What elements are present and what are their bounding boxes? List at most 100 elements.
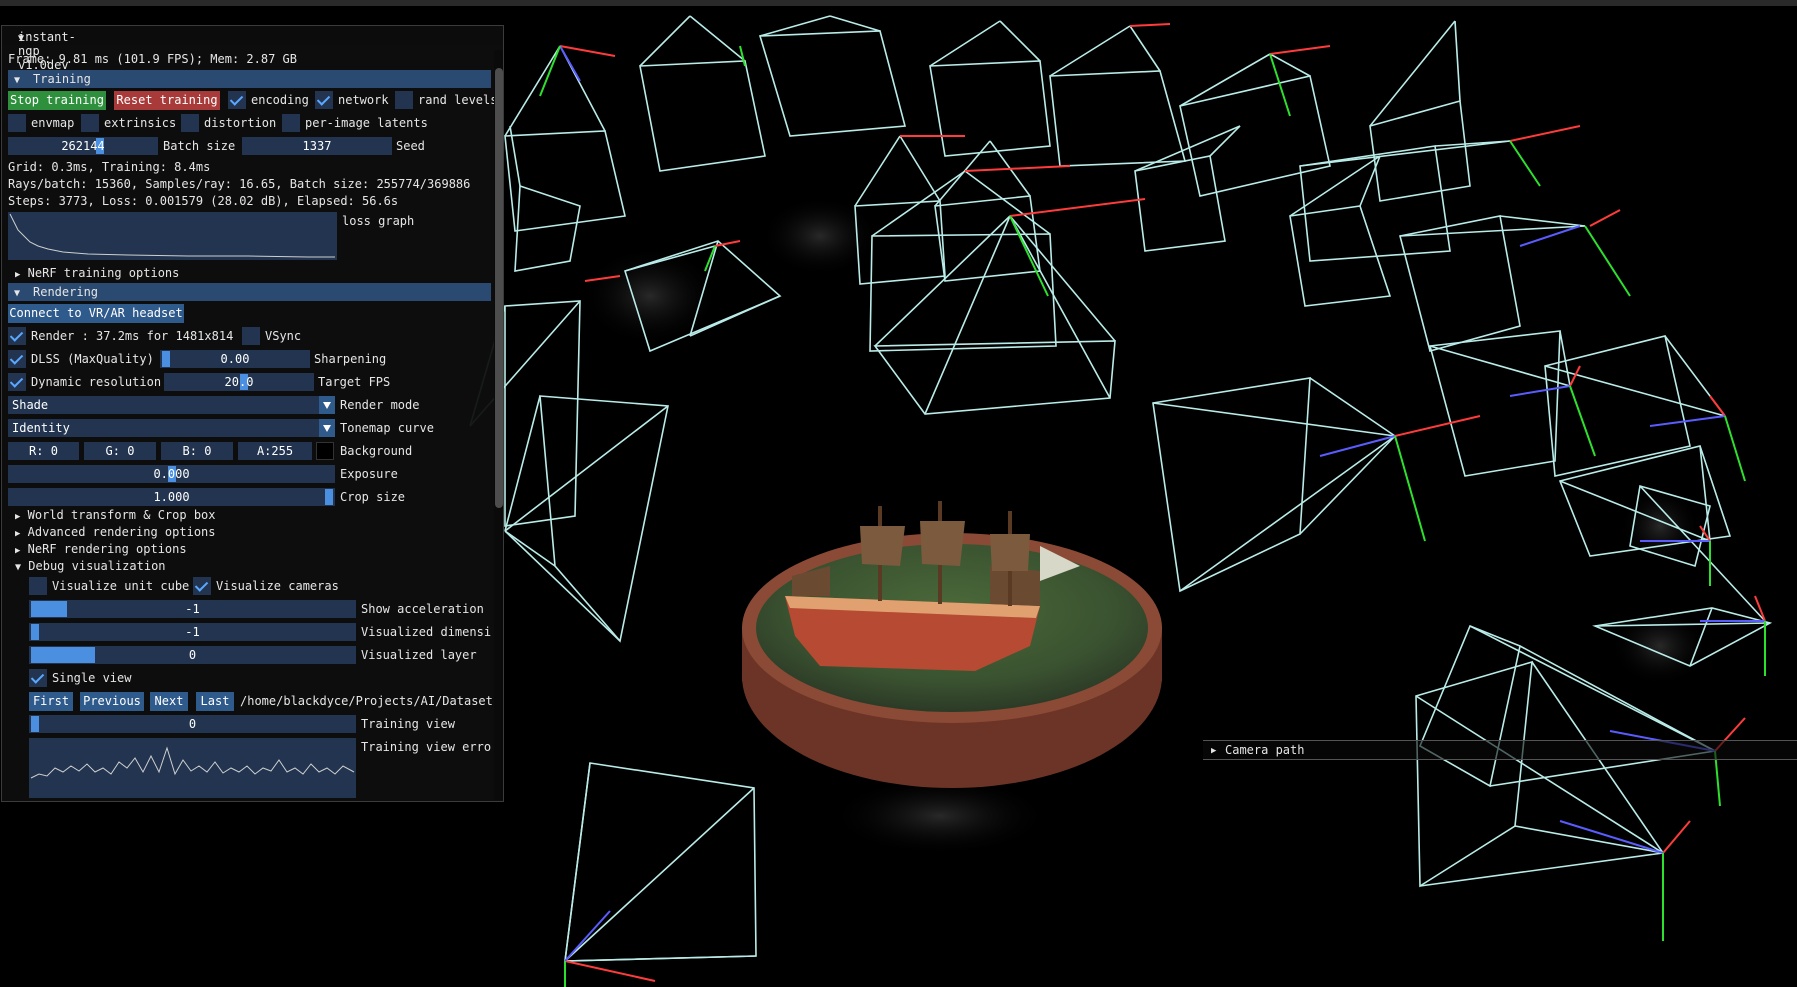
tree-debug-visualization[interactable]: Debug visualization — [15, 559, 166, 573]
frame-stats: Frame: 9.81 ms (101.9 FPS); Mem: 2.87 GB — [8, 52, 297, 66]
render-mode-label: Render mode — [340, 398, 420, 412]
visualize-unit-cube-checkbox[interactable] — [29, 577, 47, 595]
sharpening-value: 0.00 — [220, 352, 250, 366]
slider-grab[interactable] — [31, 647, 95, 663]
expand-icon — [15, 525, 20, 539]
encoding-checkbox[interactable] — [228, 91, 246, 109]
background-label: Background — [340, 444, 413, 458]
window-titlebar[interactable]: instant-ngp v1.0dev — [2, 26, 503, 72]
first-button[interactable]: First — [29, 692, 73, 711]
reset-training-button[interactable]: Reset training — [114, 91, 220, 110]
training-view-label: Training view — [361, 717, 455, 731]
crop-size-value: 1.000 — [153, 490, 190, 504]
camera-path-window[interactable]: Camera path — [1203, 740, 1797, 760]
camera-path-label: Camera path — [1225, 743, 1305, 757]
rendering-header[interactable]: Rendering — [8, 283, 491, 301]
sharpening-slider[interactable]: 0.00 — [160, 350, 310, 368]
tree-item-label: NeRF rendering options — [27, 542, 187, 556]
render-mode-combo[interactable]: Shade — [8, 396, 335, 414]
seed-label: Seed — [396, 139, 425, 153]
expand-icon — [15, 508, 20, 522]
dynamic-resolution-label: Dynamic resolution — [31, 375, 162, 389]
next-button[interactable]: Next — [150, 692, 188, 711]
vsync-checkbox[interactable] — [242, 327, 260, 345]
slider-grab[interactable] — [325, 489, 333, 505]
training-view-slider[interactable]: 0 — [29, 715, 356, 733]
slider-grab[interactable] — [162, 351, 170, 367]
tree-item-label: Debug visualization — [28, 559, 166, 573]
visualized-dimension-label: Visualized dimensi — [361, 625, 492, 639]
slider-grab[interactable] — [31, 624, 39, 640]
crop-size-slider[interactable]: 1.000 — [8, 488, 335, 506]
tree-world-transform[interactable]: World transform & Crop box — [15, 508, 216, 522]
show-acceleration-slider[interactable]: -1 — [29, 600, 356, 618]
network-checkbox[interactable] — [315, 91, 333, 109]
training-view-error-graph[interactable] — [29, 738, 356, 798]
tonemap-combo[interactable]: Identity — [8, 419, 335, 437]
envmap-checkbox[interactable] — [8, 114, 26, 132]
rendering-header-label: Rendering — [33, 285, 99, 299]
exposure-slider[interactable]: 0.000 — [8, 465, 335, 483]
batch-size-value: 262144 — [61, 139, 105, 153]
expand-icon[interactable] — [1211, 742, 1216, 756]
training-view-error-label: Training view erro — [361, 740, 492, 754]
batch-size-slider[interactable]: 262144 — [8, 137, 158, 155]
instant-ngp-window[interactable]: instant-ngp v1.0dev Frame: 9.81 ms (101.… — [1, 25, 504, 802]
slider-grab[interactable] — [31, 716, 39, 732]
tonemap-value: Identity — [12, 421, 70, 435]
chevron-down-icon[interactable] — [319, 396, 335, 414]
visualize-cameras-checkbox[interactable] — [193, 577, 211, 595]
show-acceleration-value: -1 — [185, 602, 200, 616]
per-image-latents-checkbox[interactable] — [282, 114, 300, 132]
bg-g-input[interactable]: G: 0 — [84, 442, 156, 460]
background-color-swatch[interactable] — [316, 442, 334, 460]
visualize-cameras-label: Visualize cameras — [216, 579, 339, 593]
single-view-label: Single view — [52, 671, 132, 685]
batch-size-label: Batch size — [163, 139, 236, 153]
bg-r-input[interactable]: R: 0 — [8, 442, 79, 460]
single-view-checkbox[interactable] — [29, 669, 47, 687]
bg-a-input[interactable]: A:255 — [238, 442, 312, 460]
vsync-label: VSync — [265, 329, 302, 343]
visualized-layer-slider[interactable]: 0 — [29, 646, 356, 664]
training-header[interactable]: Training — [8, 70, 491, 88]
envmap-label: envmap — [31, 116, 75, 130]
target-fps-label: Target FPS — [318, 375, 391, 389]
ship-model — [742, 501, 1162, 788]
show-acceleration-label: Show acceleration — [361, 602, 484, 616]
visualized-dimension-slider[interactable]: -1 — [29, 623, 356, 641]
nerf-training-options-label: NeRF training options — [27, 266, 180, 280]
previous-button[interactable]: Previous — [80, 692, 144, 711]
seed-input[interactable]: 1337 — [242, 137, 392, 155]
rand-levels-checkbox[interactable] — [395, 91, 413, 109]
nerf-training-options[interactable]: NeRF training options — [15, 266, 179, 280]
network-label: network — [338, 93, 389, 107]
loss-graph[interactable] — [8, 212, 337, 260]
target-fps-value: 20.0 — [224, 375, 254, 389]
slider-grab[interactable] — [31, 601, 67, 617]
dlss-checkbox[interactable] — [8, 350, 26, 368]
expand-icon — [15, 266, 20, 280]
rand-levels-label: rand levels — [418, 93, 498, 107]
tree-nerf-rendering[interactable]: NeRF rendering options — [15, 542, 187, 556]
tree-advanced-rendering[interactable]: Advanced rendering options — [15, 525, 216, 539]
panel-scrollbar[interactable] — [494, 50, 503, 800]
tree-item-label: World transform & Crop box — [27, 508, 216, 522]
distortion-checkbox[interactable] — [181, 114, 199, 132]
stop-training-button[interactable]: Stop training — [8, 91, 106, 110]
per-image-latents-label: per-image latents — [305, 116, 428, 130]
expand-icon — [15, 542, 20, 556]
chevron-down-icon[interactable] — [319, 419, 335, 437]
connect-vr-button[interactable]: Connect to VR/AR headset — [8, 304, 184, 323]
camera-frusta — [469, 15, 1773, 962]
extrinsics-checkbox[interactable] — [81, 114, 99, 132]
render-checkbox[interactable] — [8, 327, 26, 345]
training-header-label: Training — [33, 72, 91, 86]
loss-graph-label: loss graph — [342, 214, 415, 228]
scrollbar-thumb[interactable] — [495, 68, 503, 508]
tree-item-label: Advanced rendering options — [27, 525, 216, 539]
last-button[interactable]: Last — [196, 692, 234, 711]
target-fps-slider[interactable]: 20.0 — [164, 373, 314, 391]
bg-b-input[interactable]: B: 0 — [161, 442, 233, 460]
dynamic-resolution-checkbox[interactable] — [8, 373, 26, 391]
